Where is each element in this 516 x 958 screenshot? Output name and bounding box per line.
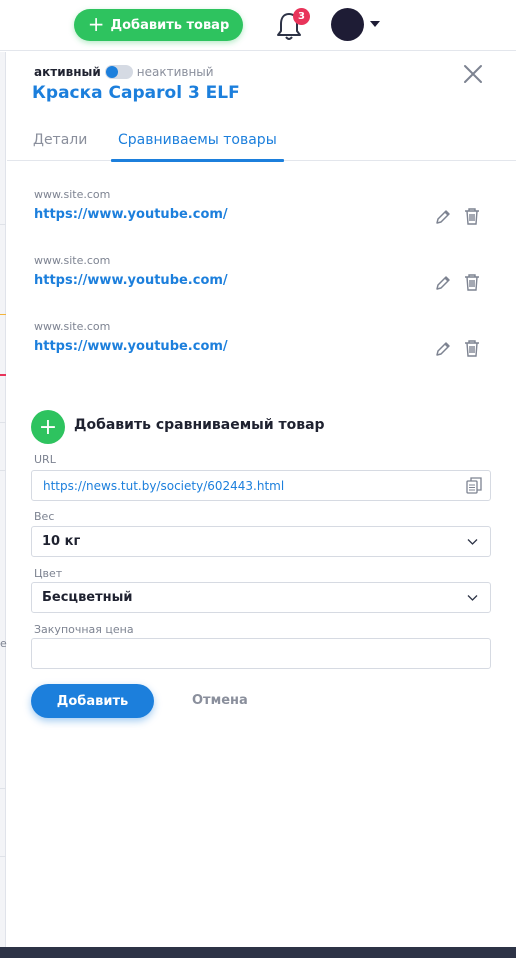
divider bbox=[0, 422, 6, 423]
url-value: https://news.tut.by/society/602443.html bbox=[43, 479, 285, 493]
divider bbox=[0, 374, 6, 376]
item-link[interactable]: https://www.youtube.com/ bbox=[34, 339, 228, 354]
divider bbox=[0, 856, 6, 857]
notification-badge: 3 bbox=[293, 8, 310, 25]
list-item: www.site.com https://www.youtube.com/ bbox=[34, 254, 489, 304]
weight-value: 10 кг bbox=[42, 534, 81, 549]
tab-details[interactable]: Детали bbox=[33, 132, 87, 148]
pencil-icon[interactable] bbox=[434, 208, 452, 226]
add-compared-button[interactable]: + bbox=[31, 410, 65, 444]
product-drawer: активный неактивный Краска Caparol 3 ELF… bbox=[7, 52, 516, 947]
toggle-active-label: активный bbox=[34, 65, 101, 79]
item-domain: www.site.com bbox=[34, 254, 111, 267]
add-product-label: Добавить товар bbox=[110, 17, 230, 33]
active-tab-indicator bbox=[111, 159, 284, 162]
toggle-inactive-label: неактивный bbox=[136, 65, 214, 79]
background-page bbox=[0, 52, 6, 947]
trash-icon[interactable] bbox=[464, 207, 480, 225]
item-domain: www.site.com bbox=[34, 320, 111, 333]
trash-icon[interactable] bbox=[464, 339, 480, 357]
weight-label: Вес bbox=[34, 510, 55, 523]
plus-icon: + bbox=[38, 414, 58, 440]
top-bar: + Добавить товар 3 bbox=[0, 0, 516, 51]
caret-down-icon[interactable] bbox=[370, 21, 380, 27]
cancel-button[interactable]: Отмена bbox=[192, 693, 248, 708]
pencil-icon[interactable] bbox=[434, 274, 452, 292]
chevron-down-icon bbox=[467, 539, 478, 545]
list-item: www.site.com https://www.youtube.com/ bbox=[34, 320, 489, 370]
purchase-price-field[interactable] bbox=[31, 638, 491, 669]
bottom-bar bbox=[0, 947, 516, 958]
tab-compared-products[interactable]: Сравниваемы товары bbox=[118, 132, 277, 148]
background-text: e bbox=[0, 637, 7, 650]
price-label: Закупочная цена bbox=[34, 623, 134, 636]
divider bbox=[0, 224, 6, 225]
copy-icon[interactable] bbox=[466, 477, 482, 494]
pencil-icon[interactable] bbox=[434, 340, 452, 358]
url-label: URL bbox=[34, 453, 56, 466]
status-toggle[interactable] bbox=[104, 65, 133, 79]
color-select[interactable]: Бесцветный bbox=[31, 582, 491, 613]
product-title: Краска Caparol 3 ELF bbox=[32, 83, 240, 103]
item-domain: www.site.com bbox=[34, 188, 111, 201]
add-compared-title: Добавить сравниваемый товар bbox=[74, 417, 325, 433]
submit-button[interactable]: Добавить bbox=[31, 684, 154, 718]
chevron-down-icon bbox=[467, 595, 478, 601]
color-label: Цвет bbox=[34, 567, 63, 580]
divider bbox=[0, 470, 6, 471]
item-link[interactable]: https://www.youtube.com/ bbox=[34, 273, 228, 288]
tabs: Детали Сравниваемы товары bbox=[7, 132, 516, 162]
trash-icon[interactable] bbox=[464, 273, 480, 291]
url-field[interactable]: https://news.tut.by/society/602443.html bbox=[31, 470, 491, 501]
divider bbox=[0, 314, 6, 315]
add-product-button[interactable]: + Добавить товар bbox=[74, 9, 243, 41]
plus-icon: + bbox=[87, 12, 105, 36]
avatar[interactable] bbox=[331, 8, 364, 41]
weight-select[interactable]: 10 кг bbox=[31, 526, 491, 557]
list-item: www.site.com https://www.youtube.com/ bbox=[34, 188, 489, 238]
divider bbox=[0, 788, 6, 789]
item-link[interactable]: https://www.youtube.com/ bbox=[34, 207, 228, 222]
color-value: Бесцветный bbox=[42, 590, 133, 605]
toggle-knob bbox=[105, 66, 118, 78]
close-icon[interactable] bbox=[462, 63, 484, 85]
status-toggle-row: активный неактивный bbox=[34, 65, 214, 79]
